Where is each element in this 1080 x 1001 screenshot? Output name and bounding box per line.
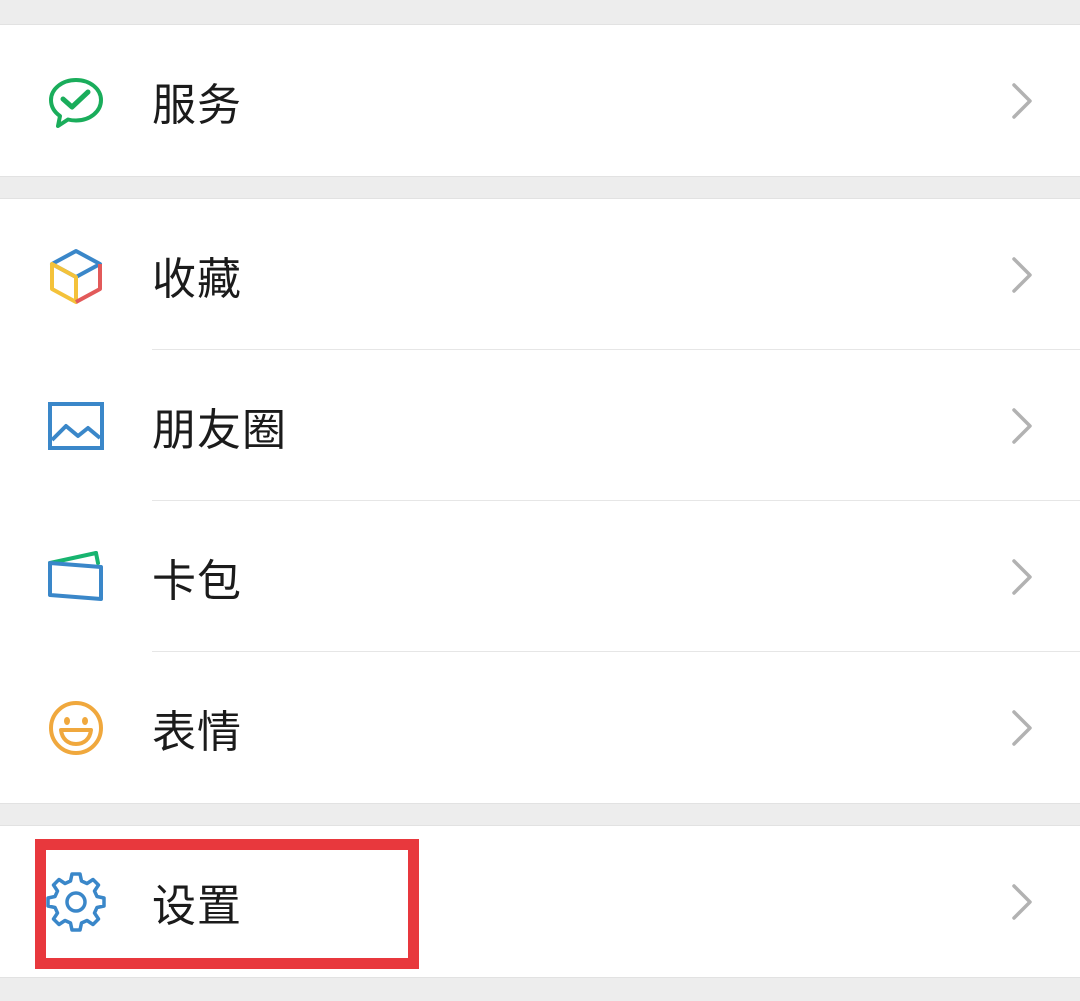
- menu-item-label: 卡包: [152, 555, 242, 607]
- chevron-right-icon: [1008, 557, 1038, 597]
- menu-item-label: 表情: [152, 706, 242, 758]
- services-icon: [46, 71, 106, 131]
- menu-item-label: 朋友圈: [152, 404, 287, 456]
- chevron-right-icon: [1008, 406, 1038, 446]
- menu-group-settings: 设置: [0, 825, 1080, 978]
- sticker-smiley-icon: [46, 698, 106, 758]
- settings-gear-icon: [46, 871, 106, 932]
- chevron-right-icon: [1008, 708, 1038, 748]
- menu-group-content: 收藏 朋友圈 卡包 表情: [0, 198, 1080, 804]
- chevron-right-icon: [1008, 81, 1038, 121]
- menu-item-moments[interactable]: 朋友圈: [0, 350, 1080, 501]
- card-wallet-icon: [46, 547, 106, 607]
- menu-item-cards[interactable]: 卡包: [0, 501, 1080, 652]
- menu-item-label: 设置: [152, 880, 242, 932]
- menu-group-services: 服务: [0, 24, 1080, 177]
- menu-item-label: 收藏: [152, 253, 242, 305]
- menu-item-favorites[interactable]: 收藏: [0, 199, 1080, 350]
- chevron-right-icon: [1008, 882, 1038, 922]
- menu-item-stickers[interactable]: 表情: [0, 652, 1080, 803]
- menu-item-settings[interactable]: 设置: [0, 826, 1080, 977]
- menu-item-services[interactable]: 服务: [0, 25, 1080, 176]
- menu-item-label: 服务: [152, 79, 242, 131]
- chevron-right-icon: [1008, 255, 1038, 295]
- moments-picture-icon: [46, 396, 106, 456]
- favorites-cube-icon: [46, 245, 106, 305]
